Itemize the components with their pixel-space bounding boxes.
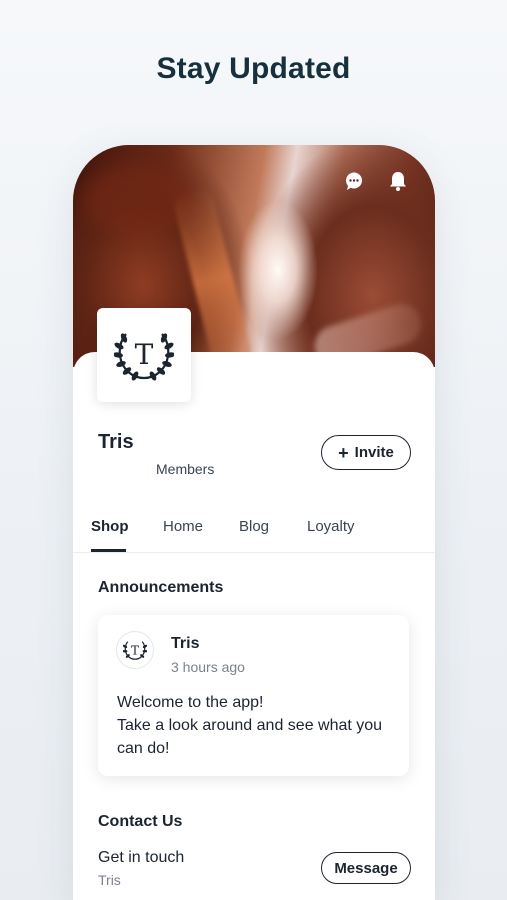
contact-label: Get in touch — [98, 849, 185, 866]
laurel-logo-icon: T — [114, 333, 174, 381]
contact-title: Contact Us — [98, 813, 183, 830]
post-author: Tris — [171, 635, 200, 652]
bell-icon[interactable] — [387, 170, 409, 192]
site-name: Tris — [98, 431, 134, 453]
post-line: can do! — [117, 740, 170, 757]
tab-bar: Shop Home Blog Loyalty — [73, 515, 435, 553]
tab-home[interactable]: Home — [163, 518, 203, 535]
avatar: T — [116, 631, 154, 669]
tab-loyalty[interactable]: Loyalty — [307, 518, 355, 535]
members-label[interactable]: Members — [156, 461, 214, 477]
page-headline: Stay Updated — [156, 52, 351, 85]
svg-text:T: T — [131, 643, 139, 657]
announcements-title: Announcements — [98, 579, 224, 596]
invite-button[interactable]: + Invite — [321, 435, 411, 470]
message-button[interactable]: Message — [321, 852, 411, 884]
post-line: Welcome to the app! — [117, 694, 264, 711]
plus-icon: + — [338, 442, 349, 463]
phone-frame: T Tris Members + Invite Shop Home Blog L… — [73, 145, 435, 900]
post-time: 3 hours ago — [171, 659, 245, 675]
post-line: Take a look around and see what you — [117, 717, 383, 734]
invite-label: Invite — [354, 444, 394, 461]
announcement-card[interactable]: T Tris 3 hours ago Welcome to the app! T… — [98, 615, 409, 776]
tab-shop[interactable]: Shop — [91, 518, 129, 535]
contact-sub: Tris — [98, 872, 121, 888]
post-body: Welcome to the app! Take a look around a… — [117, 691, 407, 760]
site-logo: T — [97, 308, 191, 402]
laurel-logo-icon: T — [123, 641, 147, 660]
svg-text:T: T — [135, 338, 154, 371]
active-tab-indicator — [91, 549, 126, 552]
tab-blog[interactable]: Blog — [239, 518, 269, 535]
chat-icon[interactable] — [343, 170, 365, 192]
